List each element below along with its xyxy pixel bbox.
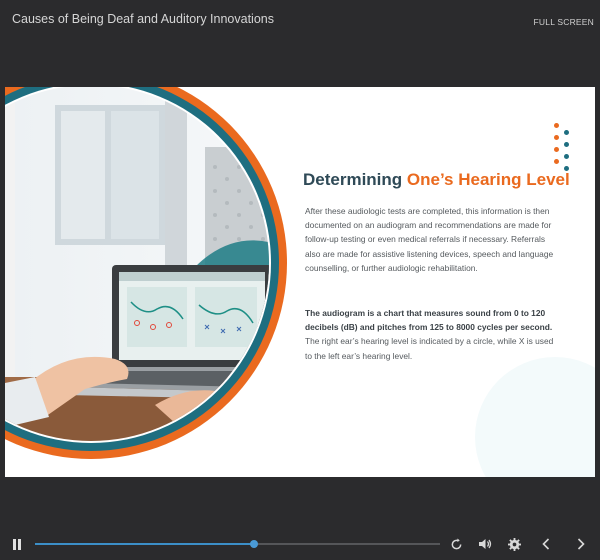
next-icon — [577, 538, 585, 550]
progress-fill — [35, 543, 254, 545]
progress-bar[interactable] — [35, 540, 440, 548]
paragraph-1: After these audiologic tests are complet… — [305, 206, 554, 273]
paragraph-2-bold: The audiogram is a chart that measures s… — [305, 308, 553, 333]
next-button[interactable] — [572, 530, 590, 558]
fullscreen-button[interactable]: FULL SCREEN — [534, 17, 594, 27]
paragraph-2: The audiogram is a chart that measures s… — [305, 306, 555, 363]
replay-button[interactable] — [447, 530, 465, 558]
background-wash — [475, 357, 595, 477]
laptop-photo — [5, 87, 287, 459]
decorative-dots — [554, 123, 574, 173]
heading-prefix: Determining — [303, 170, 407, 189]
prev-button[interactable] — [537, 530, 555, 558]
volume-button[interactable] — [476, 530, 494, 558]
progress-handle[interactable] — [249, 540, 258, 548]
pause-button[interactable] — [8, 530, 26, 558]
replay-icon — [451, 537, 461, 549]
paragraph-2-rest: The right ear’s hearing level is indicat… — [305, 336, 554, 361]
pause-icon — [13, 538, 21, 550]
slide-heading: Determining One’s Hearing Level — [303, 170, 570, 190]
settings-icon — [507, 537, 521, 551]
prev-icon — [542, 538, 550, 550]
player-header: Causes of Being Deaf and Auditory Innova… — [0, 0, 600, 40]
settings-button[interactable] — [505, 530, 523, 558]
player-controls — [0, 530, 600, 558]
slide: Determining One’s Hearing Level After th… — [5, 87, 595, 477]
heading-accent: One’s Hearing Level — [406, 170, 570, 189]
course-title: Causes of Being Deaf and Auditory Innova… — [12, 12, 274, 26]
volume-icon — [479, 539, 492, 549]
